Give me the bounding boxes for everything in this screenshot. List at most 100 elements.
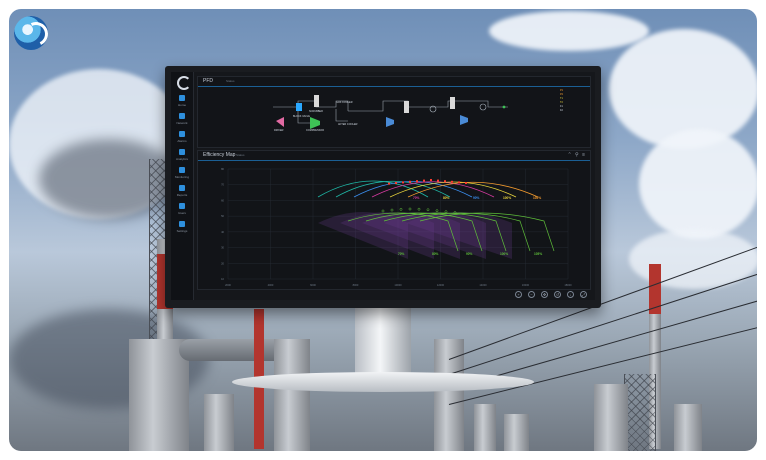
- zoom-in-icon[interactable]: +: [515, 291, 522, 298]
- legend-item: T1: [560, 97, 563, 100]
- pan-icon[interactable]: ✥: [541, 291, 548, 298]
- driver-icon: [276, 117, 284, 127]
- cloud: [639, 129, 757, 239]
- gear-icon: [179, 221, 185, 227]
- sidebar-item-label: Home: [177, 103, 186, 107]
- operating-point-marker: [381, 209, 385, 213]
- x-tick-label: 12000: [437, 283, 445, 287]
- sidebar-item-network[interactable]: Network: [173, 112, 191, 128]
- process-flow-diagram: [273, 95, 508, 129]
- sidebar-item-monitoring[interactable]: Monitoring: [173, 166, 191, 182]
- label-compressor: COMPRESSOR: [306, 129, 325, 132]
- scrubber-icon: [450, 97, 455, 109]
- y-tick-label: 60: [221, 198, 224, 202]
- band-label: 90%: [466, 252, 473, 256]
- label-scrubber: SCRUBBER: [309, 110, 323, 113]
- band-label: 90%: [473, 196, 480, 200]
- operating-point-marker: [423, 179, 425, 182]
- band-label: 80%: [443, 196, 450, 200]
- column: [504, 414, 529, 451]
- sidebar-item-label: Analytics: [175, 157, 188, 161]
- label-gas-cooler: GAS COOLER: [336, 101, 353, 104]
- sidebar-item-label: Monitoring: [174, 175, 189, 179]
- company-logo: [14, 16, 48, 50]
- scrubber-icon: [404, 101, 409, 113]
- user-icon: [179, 203, 185, 209]
- network-icon: [179, 113, 185, 119]
- legend-item: F2: [560, 109, 563, 112]
- band-label: 70%: [398, 252, 405, 256]
- legend-item: T2: [560, 101, 563, 104]
- sidebar-item-alarms[interactable]: Alarms: [173, 130, 191, 146]
- operating-point-marker: [390, 208, 394, 212]
- cooler-icon: [479, 103, 487, 111]
- app-screen: Home Network Alarms Analytics Monitoring…: [171, 72, 595, 300]
- monitor: Home Network Alarms Analytics Monitoring…: [165, 66, 601, 308]
- pipe: [179, 339, 289, 361]
- panel-header-icons[interactable]: ⌃ ⚲ ≡: [567, 152, 586, 158]
- operating-point-marker: [444, 180, 446, 183]
- panel-header: Efficiency Map Status ⌃ ⚲ ≡: [198, 151, 590, 161]
- zoom-out-icon[interactable]: −: [528, 291, 535, 298]
- operating-point-marker: [408, 207, 412, 211]
- sidebar-item-analytics[interactable]: Analytics: [173, 148, 191, 164]
- column: [474, 404, 496, 451]
- chart-toolbar: + − ✥ ↺ ↓ ⤢: [515, 291, 587, 299]
- column: [204, 394, 234, 451]
- sidebar-item-users[interactable]: Users: [173, 202, 191, 218]
- lattice-tower: [624, 374, 656, 451]
- operating-point-marker: [395, 182, 397, 184]
- operating-point-marker: [435, 209, 439, 213]
- legend-item: P1: [560, 89, 564, 92]
- reset-icon[interactable]: ↺: [554, 291, 561, 298]
- y-tick-label: 40: [221, 230, 224, 234]
- alarm-icon: [179, 131, 185, 137]
- sidebar: Home Network Alarms Analytics Monitoring…: [171, 72, 194, 300]
- operating-point-marker: [399, 207, 403, 211]
- sidebar-item-settings[interactable]: Settings: [173, 220, 191, 236]
- x-tick-label: 4000: [268, 283, 274, 287]
- app-logo-icon: [177, 76, 191, 90]
- panel-subtitle: Status: [226, 79, 235, 83]
- fullscreen-icon[interactable]: ⤢: [580, 291, 587, 298]
- band-label: 100%: [500, 252, 508, 256]
- x-tick-label: 10000: [394, 283, 402, 287]
- sidebar-item-label: Users: [178, 211, 186, 215]
- panel-header: PFD Status: [198, 77, 590, 87]
- sidebar-item-label: Reports: [176, 193, 188, 197]
- operating-point-marker: [388, 182, 390, 185]
- sidebar-item-label: Network: [176, 121, 188, 125]
- pfd-panel: PFD Status BLOCK VALVE SCRUBBER GAS COOL…: [197, 76, 591, 148]
- sidebar-item-home[interactable]: Home: [173, 94, 191, 110]
- y-tick-label: 20: [221, 261, 224, 265]
- band-label: 105%: [533, 196, 541, 200]
- sidebar-item-label: Settings: [176, 229, 188, 233]
- column: [274, 339, 310, 451]
- legend-item: P2: [560, 93, 564, 96]
- home-icon: [179, 95, 185, 101]
- x-tick-label: 18000: [564, 283, 572, 287]
- panel-title: Efficiency Map: [203, 152, 236, 158]
- sidebar-item-reports[interactable]: Reports: [173, 184, 191, 200]
- y-tick-label: 50: [221, 214, 224, 218]
- compressor-icon: [310, 117, 320, 129]
- column: [674, 404, 702, 451]
- operating-point-marker: [409, 180, 411, 183]
- operating-point-marker: [451, 180, 453, 183]
- pfd-legend: P1 P2 T1 T2 F1 F2: [560, 89, 584, 117]
- legend-item: F1: [560, 105, 563, 108]
- operating-point-marker: [426, 208, 430, 212]
- label-after-cooler: AFTER COOLER: [338, 123, 358, 126]
- operating-point-marker: [458, 181, 460, 184]
- monitor-stand: [355, 308, 411, 380]
- operating-point-marker: [465, 182, 467, 184]
- download-icon[interactable]: ↓: [567, 291, 574, 298]
- panel-title: PFD: [203, 78, 213, 84]
- label-driver: DRIVER: [274, 129, 284, 132]
- operating-point-marker: [416, 180, 418, 183]
- operating-point-marker: [437, 179, 439, 182]
- chart-icon: [179, 149, 185, 155]
- sidebar-item-label: Alarms: [177, 139, 187, 143]
- operating-point-marker: [417, 207, 421, 211]
- monitor-icon: [179, 167, 185, 173]
